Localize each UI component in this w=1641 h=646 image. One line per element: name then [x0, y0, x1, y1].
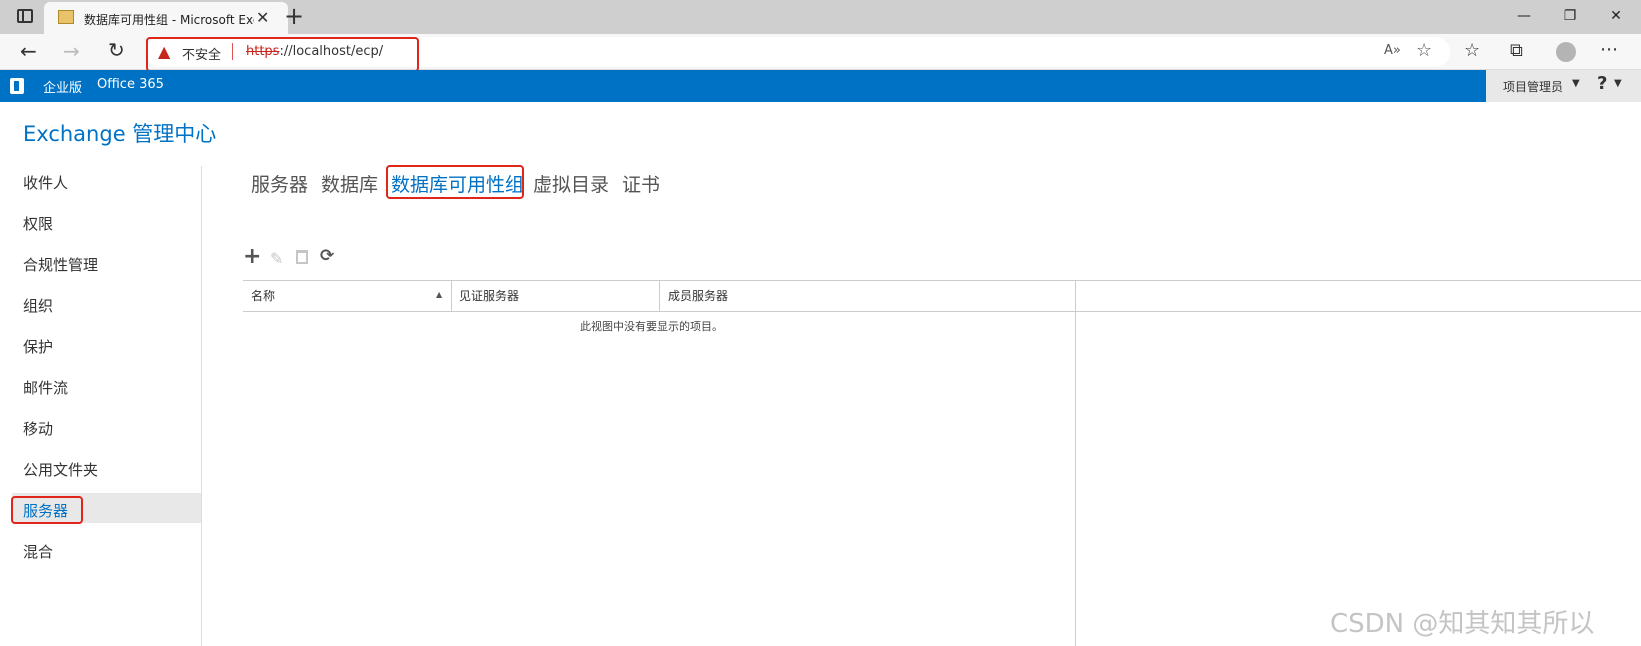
profile-avatar[interactable]	[1556, 42, 1576, 62]
column-header-member-servers[interactable]: 成员服务器	[668, 287, 728, 304]
add-favorite-icon[interactable]: ☆	[1416, 40, 1432, 61]
minimize-icon[interactable]: —	[1514, 8, 1534, 24]
reload-icon[interactable]: ↻	[108, 38, 125, 62]
back-icon[interactable]: ←	[20, 39, 37, 63]
tab-virtual-directories[interactable]: 虚拟目录	[533, 170, 609, 197]
sidebar-item-hybrid[interactable]: 混合	[23, 541, 53, 562]
tab-close-icon[interactable]: ✕	[256, 8, 269, 27]
new-tab-icon[interactable]: +	[284, 2, 304, 30]
column-divider	[659, 280, 660, 312]
sidebar-item-organization[interactable]: 组织	[23, 295, 53, 316]
restore-icon[interactable]: ❐	[1560, 8, 1580, 24]
office-logo-icon[interactable]	[10, 78, 24, 94]
tab-servers[interactable]: 服务器	[251, 170, 308, 197]
window-close-icon[interactable]: ✕	[1606, 8, 1626, 24]
office365-link[interactable]: Office 365	[97, 77, 164, 92]
tab-highlight-box	[386, 165, 524, 199]
sidebar-item-compliance[interactable]: 合规性管理	[23, 254, 98, 275]
tab-actions-icon[interactable]	[17, 9, 33, 23]
details-pane-divider	[1075, 280, 1076, 646]
sidebar-item-permissions[interactable]: 权限	[23, 213, 53, 234]
read-aloud-icon[interactable]: A»	[1384, 43, 1401, 58]
empty-table-message: 此视图中没有要显示的项目。	[580, 320, 723, 333]
admin-user-menu[interactable]: 项目管理员	[1503, 78, 1563, 95]
plus-icon[interactable]: +	[243, 246, 261, 268]
sidebar-item-public-folders[interactable]: 公用文件夹	[23, 459, 98, 480]
browser-tab-strip: 数据库可用性组 - Microsoft Exch ✕ + — ❐ ✕	[0, 0, 1641, 34]
more-options-icon[interactable]: ⋯	[1600, 39, 1618, 60]
column-header-name[interactable]: 名称	[251, 287, 275, 304]
help-chevron-down-icon[interactable]: ▼	[1614, 78, 1622, 89]
user-area: 项目管理员 ▼ ? ▼	[1486, 70, 1641, 102]
chevron-down-icon[interactable]: ▼	[1572, 78, 1580, 89]
table-header	[243, 280, 1641, 312]
column-header-witness-server[interactable]: 见证服务器	[459, 287, 519, 304]
sidebar-highlight-box	[11, 496, 83, 524]
help-icon[interactable]: ?	[1597, 73, 1607, 94]
watermark-text: CSDN @知其知其所以	[1330, 609, 1595, 639]
pencil-icon[interactable]: ✎	[270, 249, 283, 268]
browser-tab-active[interactable]: 数据库可用性组 - Microsoft Exch ✕	[44, 2, 288, 34]
tab-certificates[interactable]: 证书	[622, 170, 660, 197]
sort-ascending-icon[interactable]: ▲	[436, 290, 442, 299]
sidebar-item-recipients[interactable]: 收件人	[23, 172, 68, 193]
column-divider	[451, 280, 452, 312]
sidebar-item-protection[interactable]: 保护	[23, 336, 53, 357]
trash-icon[interactable]	[296, 250, 308, 264]
office365-bar: 企业版 Office 365 项目管理员 ▼ ? ▼	[0, 70, 1641, 102]
tab-title: 数据库可用性组 - Microsoft Exch	[84, 13, 254, 27]
sidebar-item-mobile[interactable]: 移动	[23, 418, 53, 439]
refresh-icon[interactable]: ⟳	[320, 246, 334, 266]
url-highlight-box	[146, 37, 419, 72]
tab-databases[interactable]: 数据库	[321, 170, 378, 197]
page-title: Exchange 管理中心	[23, 122, 217, 146]
sidebar-item-mail-flow[interactable]: 邮件流	[23, 377, 68, 398]
sidebar-divider	[201, 166, 202, 646]
collections-icon[interactable]: ⧉	[1510, 40, 1523, 61]
forward-icon[interactable]: →	[63, 39, 80, 63]
enterprise-link[interactable]: 企业版	[43, 77, 82, 96]
favorites-icon[interactable]: ☆	[1464, 40, 1480, 61]
exchange-favicon-icon	[58, 10, 74, 24]
